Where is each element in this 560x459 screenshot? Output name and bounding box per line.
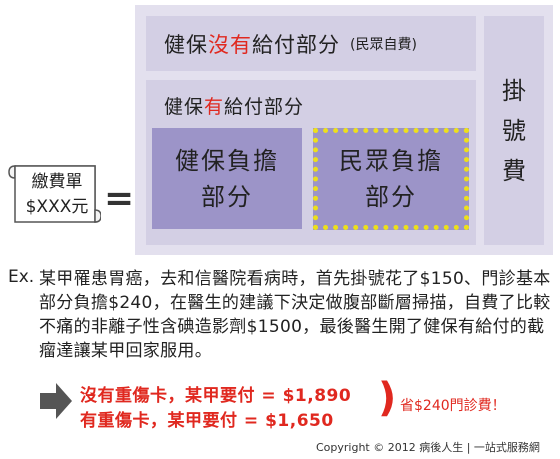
result-bracket: ) (378, 375, 397, 421)
no-coverage-box: 健保沒有給付部分 (民眾自費) (146, 16, 476, 71)
equals-sign: = (104, 178, 135, 219)
copyright-footer: Copyright © 2012 病後人生 | 一站式服務網 (316, 441, 540, 454)
registration-fee-label: 掛號費 (502, 76, 526, 185)
savings-note: 省$240門診費！ (400, 398, 506, 414)
no-coverage-subtitle: (民眾自費) (350, 36, 417, 53)
bill-text: 繳費單 $XXX元 (25, 172, 89, 217)
example-label: Ex. (8, 267, 35, 287)
health-insurance-share-box: 健保負擔 部分 (152, 128, 302, 229)
result-with-card: 有重傷卡，某甲要付 = $1,650 (80, 411, 334, 431)
patient-share-box: 民眾負擔 部分 (313, 128, 469, 230)
registration-fee-box: 掛號費 (484, 16, 544, 245)
result-without-card: 沒有重傷卡，某甲要付 = $1,890 (80, 386, 352, 406)
no-coverage-title: 健保沒有給付部分 (164, 32, 340, 57)
example-text: 某甲罹患胃癌，去和信醫院看病時，首先掛號花了$150、門診基本部分負擔$240，… (39, 269, 551, 361)
coverage-title: 健保有給付部分 (164, 96, 305, 118)
